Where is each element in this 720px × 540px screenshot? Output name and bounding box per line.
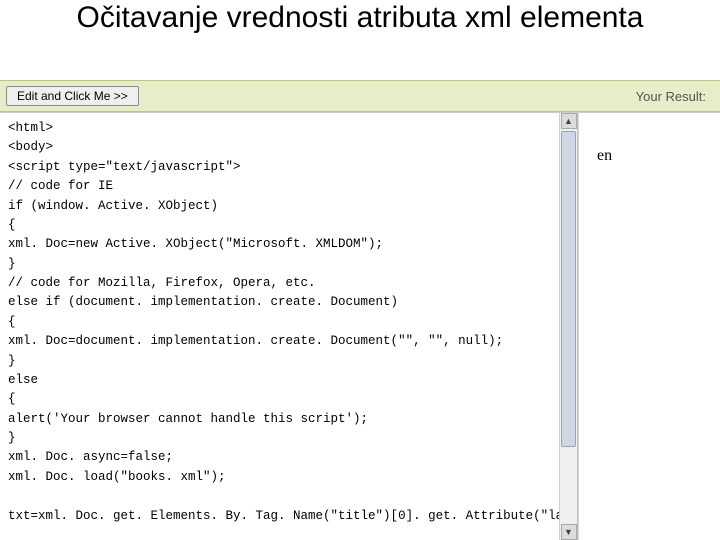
result-panel: en	[578, 113, 720, 540]
vertical-scrollbar[interactable]: ▲ ▼	[559, 113, 577, 540]
page-title: Očitavanje vrednosti atributa xml elemen…	[37, 0, 684, 42]
scroll-down-arrow-icon[interactable]: ▼	[561, 524, 577, 540]
scroll-up-arrow-icon[interactable]: ▲	[561, 113, 577, 129]
scroll-thumb[interactable]	[561, 131, 576, 447]
your-result-label: Your Result:	[636, 89, 706, 104]
toolbar-strip: Edit and Click Me >> Your Result:	[0, 80, 720, 112]
code-editor[interactable]: <html> <body> <script type="text/javascr…	[0, 113, 559, 540]
code-editor-panel: <html> <body> <script type="text/javascr…	[0, 113, 578, 540]
workarea: <html> <body> <script type="text/javascr…	[0, 112, 720, 540]
scroll-track[interactable]	[560, 129, 577, 524]
result-output: en	[597, 147, 612, 164]
edit-run-button[interactable]: Edit and Click Me >>	[6, 86, 139, 106]
